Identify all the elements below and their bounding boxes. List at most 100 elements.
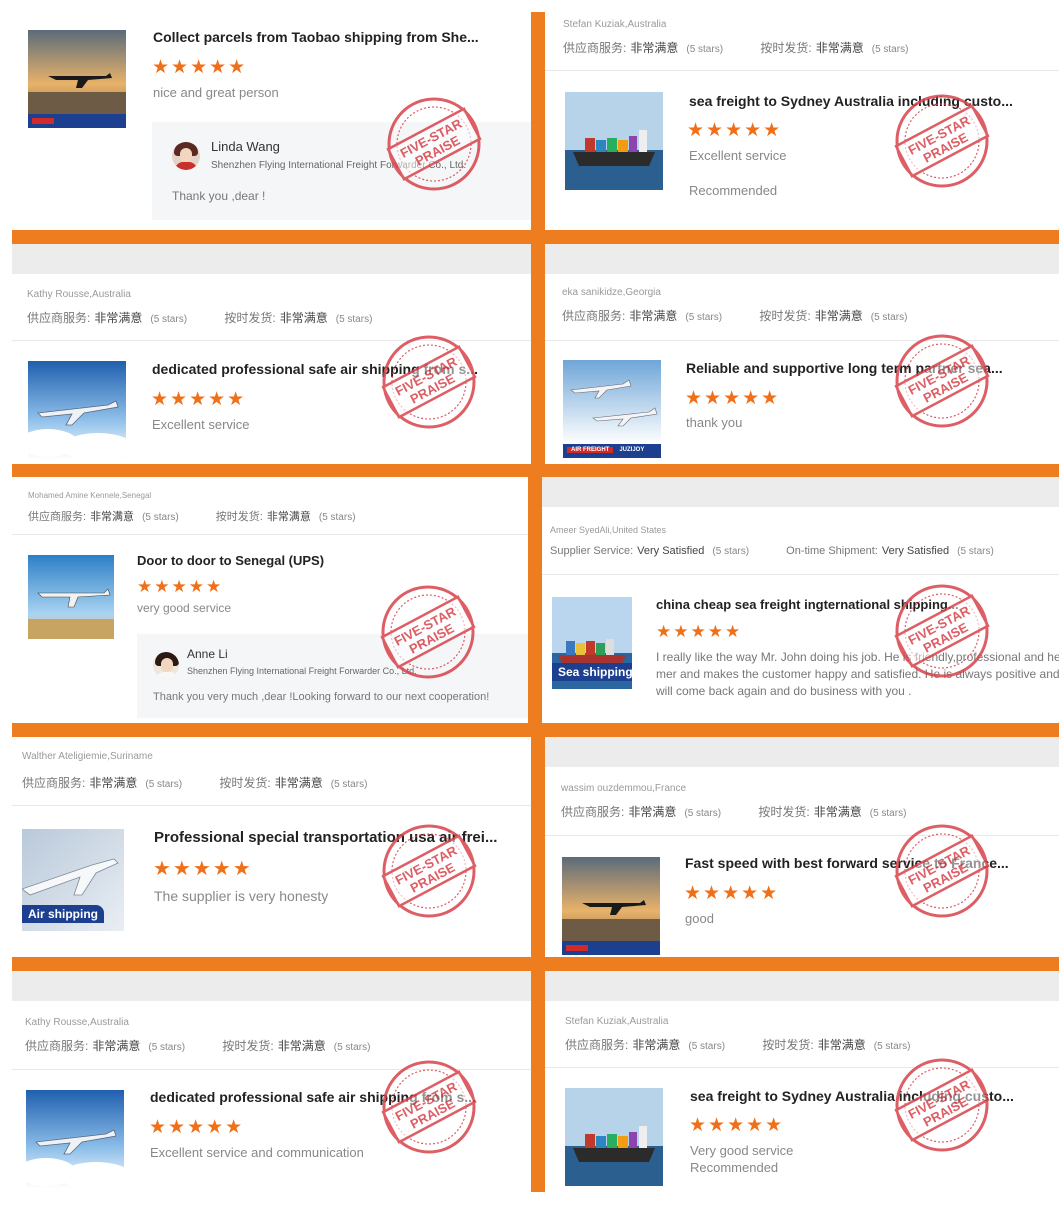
review-card: Ameer SyedAli,United States Supplier Ser…	[542, 477, 1059, 723]
product-title[interactable]: Professional special transportation usa …	[154, 829, 504, 846]
review-comment: Excellent service	[152, 417, 250, 432]
rating-count: (5 stars)	[873, 1041, 911, 1052]
rating-label: On-time Shipment:	[786, 545, 878, 557]
rating-value: 非常满意	[274, 776, 323, 790]
product-title[interactable]: Door to door to Senegal (UPS)	[137, 553, 467, 568]
product-title[interactable]: sea freight to Sydney Australia includin…	[689, 93, 1019, 109]
star-rating: ★★★★★	[151, 389, 247, 410]
product-title[interactable]: Collect parcels from Taobao shipping fro…	[153, 29, 493, 45]
product-thumbnail[interactable]	[28, 361, 126, 459]
rating-value: 非常满意	[628, 805, 677, 819]
rating-count: (5 stars)	[150, 314, 188, 325]
supplier-reply: Linda Wang Shenzhen Flying International…	[152, 122, 531, 220]
rating-label: 供应商服务:	[565, 1038, 629, 1052]
product-thumbnail[interactable]	[28, 555, 114, 639]
review-card: Kathy Rousse,Australia 供应商服务: 非常满意 (5 star…	[12, 971, 531, 1192]
rating-count: (5 stars)	[869, 808, 907, 819]
reply-text: Thank you ,dear !	[172, 189, 266, 203]
reviewer-name: Ameer SyedAli,United States	[550, 525, 667, 535]
rating-summary: 供应商服务: 非常满意 (5 stars) 按时发货: 非常满意 (5 stars)	[25, 1037, 531, 1054]
rating-value: Very Satisfied	[881, 545, 950, 557]
rating-label: 供应商服务:	[22, 776, 86, 790]
product-thumbnail[interactable]: Air shipping	[22, 829, 124, 931]
divider	[12, 1069, 531, 1070]
divider	[545, 835, 1059, 836]
product-thumbnail[interactable]	[565, 92, 663, 190]
rating-count: (5 stars)	[871, 44, 909, 55]
product-title[interactable]: sea freight to Sydney Australia includin…	[690, 1088, 1020, 1104]
review-comment: Excellent service and communication	[150, 1145, 364, 1160]
frame-row-divider-1	[12, 230, 1059, 244]
supplier-reply: Anne Li Shenzhen Flying International Fr…	[137, 634, 528, 718]
review-comment-line: I really like the way Mr. John doing his…	[656, 650, 1059, 664]
banner-left-text: AIR FREIGHT	[567, 447, 614, 453]
rating-label: 供应商服务:	[28, 511, 87, 523]
rating-count: (5 stars)	[330, 779, 368, 790]
rating-count: (5 stars)	[142, 512, 179, 523]
rating-count: (5 stars)	[712, 546, 750, 557]
star-rating: ★★★★★	[152, 57, 248, 78]
rating-value: 非常满意	[814, 309, 863, 323]
rating-value: Very Satisfied	[637, 545, 705, 557]
product-title[interactable]: dedicated professional safe air shipping…	[152, 361, 482, 377]
thumbnail-badge: Sea shipping	[552, 663, 632, 681]
reviewer-name: Stefan Kuziak,Australia	[563, 19, 667, 30]
frame-row-divider-2	[12, 464, 1059, 477]
rating-summary: 供应商服务: 非常满意 (5 stars) 按时发货: 非常满意 (5 stars)	[28, 508, 528, 524]
reviewer-name: Walther Ateligiemie,Suriname	[22, 751, 153, 762]
rating-value: 非常满意	[279, 311, 328, 325]
product-title[interactable]: china cheap sea freight ingternational s…	[656, 597, 1006, 612]
rating-summary: Supplier Service: Very Satisfied (5 stars)…	[550, 545, 1059, 557]
rating-value: 非常满意	[632, 1038, 681, 1052]
rating-value: 非常满意	[89, 776, 138, 790]
star-rating: ★★★★★	[685, 388, 781, 409]
reviewer-name: Kathy Rousse,Australia	[25, 1017, 129, 1028]
star-rating: ★★★★★	[684, 883, 780, 904]
rating-count: (5 stars)	[148, 1042, 186, 1053]
rating-label: 供应商服务:	[27, 311, 91, 325]
review-card: Collect parcels from Taobao shipping fro…	[12, 0, 531, 230]
review-comment: Recommended	[690, 1160, 779, 1175]
avatar	[153, 652, 179, 678]
product-thumbnail[interactable]	[26, 1090, 124, 1188]
review-comment: thank you	[686, 415, 743, 430]
product-thumbnail[interactable]	[565, 1088, 663, 1186]
rating-value: 非常满意	[266, 511, 311, 523]
rating-label: 供应商服务:	[25, 1039, 89, 1053]
rating-label: Supplier Service:	[550, 545, 634, 557]
rating-count: (5 stars)	[335, 314, 373, 325]
review-card: Stefan Kuziak,Australia 供应商服务: 非常满意 (5 sta…	[545, 971, 1059, 1192]
review-comment: Recommended	[689, 183, 778, 198]
thumbnail-badge: Air shipping	[22, 905, 104, 923]
review-comment-line: will come back again and do business wit…	[656, 684, 912, 698]
reviewer-name: Kathy Rousse,Australia	[27, 289, 131, 300]
rating-summary: 供应商服务: 非常满意 (5 stars) 按时发货: 非常满意 (5 stars)	[561, 803, 1059, 820]
star-rating: ★★★★★	[153, 858, 253, 880]
product-thumbnail[interactable]: Sea shipping	[552, 597, 632, 689]
rating-value: 非常满意	[94, 311, 143, 325]
reply-author-name: Anne Li	[187, 647, 228, 661]
review-comment: very good service	[137, 601, 232, 615]
product-thumbnail[interactable]	[562, 857, 660, 955]
review-comment-line: mer and makes the customer happy and sat…	[656, 667, 1059, 681]
product-title[interactable]: Reliable and supportive long term partne…	[686, 360, 1006, 376]
star-rating: ★★★★★	[656, 622, 743, 641]
rating-count: (5 stars)	[686, 44, 724, 55]
product-thumbnail[interactable]	[28, 30, 126, 128]
product-thumbnail[interactable]: AIR FREIGHT JUZIJOY	[563, 360, 661, 458]
rating-count: (5 stars)	[684, 808, 722, 819]
frame-row-divider-3	[12, 723, 1059, 737]
rating-value: 非常满意	[815, 41, 864, 55]
reviewer-name: wassim ouzdemmou,France	[561, 783, 687, 794]
rating-summary: 供应商服务: 非常满意 (5 stars) 按时发货: 非常满意 (5 stars)	[565, 1036, 1059, 1053]
rating-value: 非常满意	[817, 1038, 866, 1052]
rating-label: 按时发货:	[224, 311, 276, 325]
rating-count: (5 stars)	[145, 779, 183, 790]
rating-label: 按时发货:	[219, 776, 271, 790]
reviewer-name: eka sanikidze,Georgia	[562, 287, 661, 298]
rating-label: 按时发货:	[760, 41, 812, 55]
product-title[interactable]: Fast speed with best forward service to …	[685, 855, 1015, 871]
rating-value: 非常满意	[813, 805, 862, 819]
rating-label: 按时发货:	[758, 805, 810, 819]
product-title[interactable]: dedicated professional safe air shipping…	[150, 1089, 480, 1105]
